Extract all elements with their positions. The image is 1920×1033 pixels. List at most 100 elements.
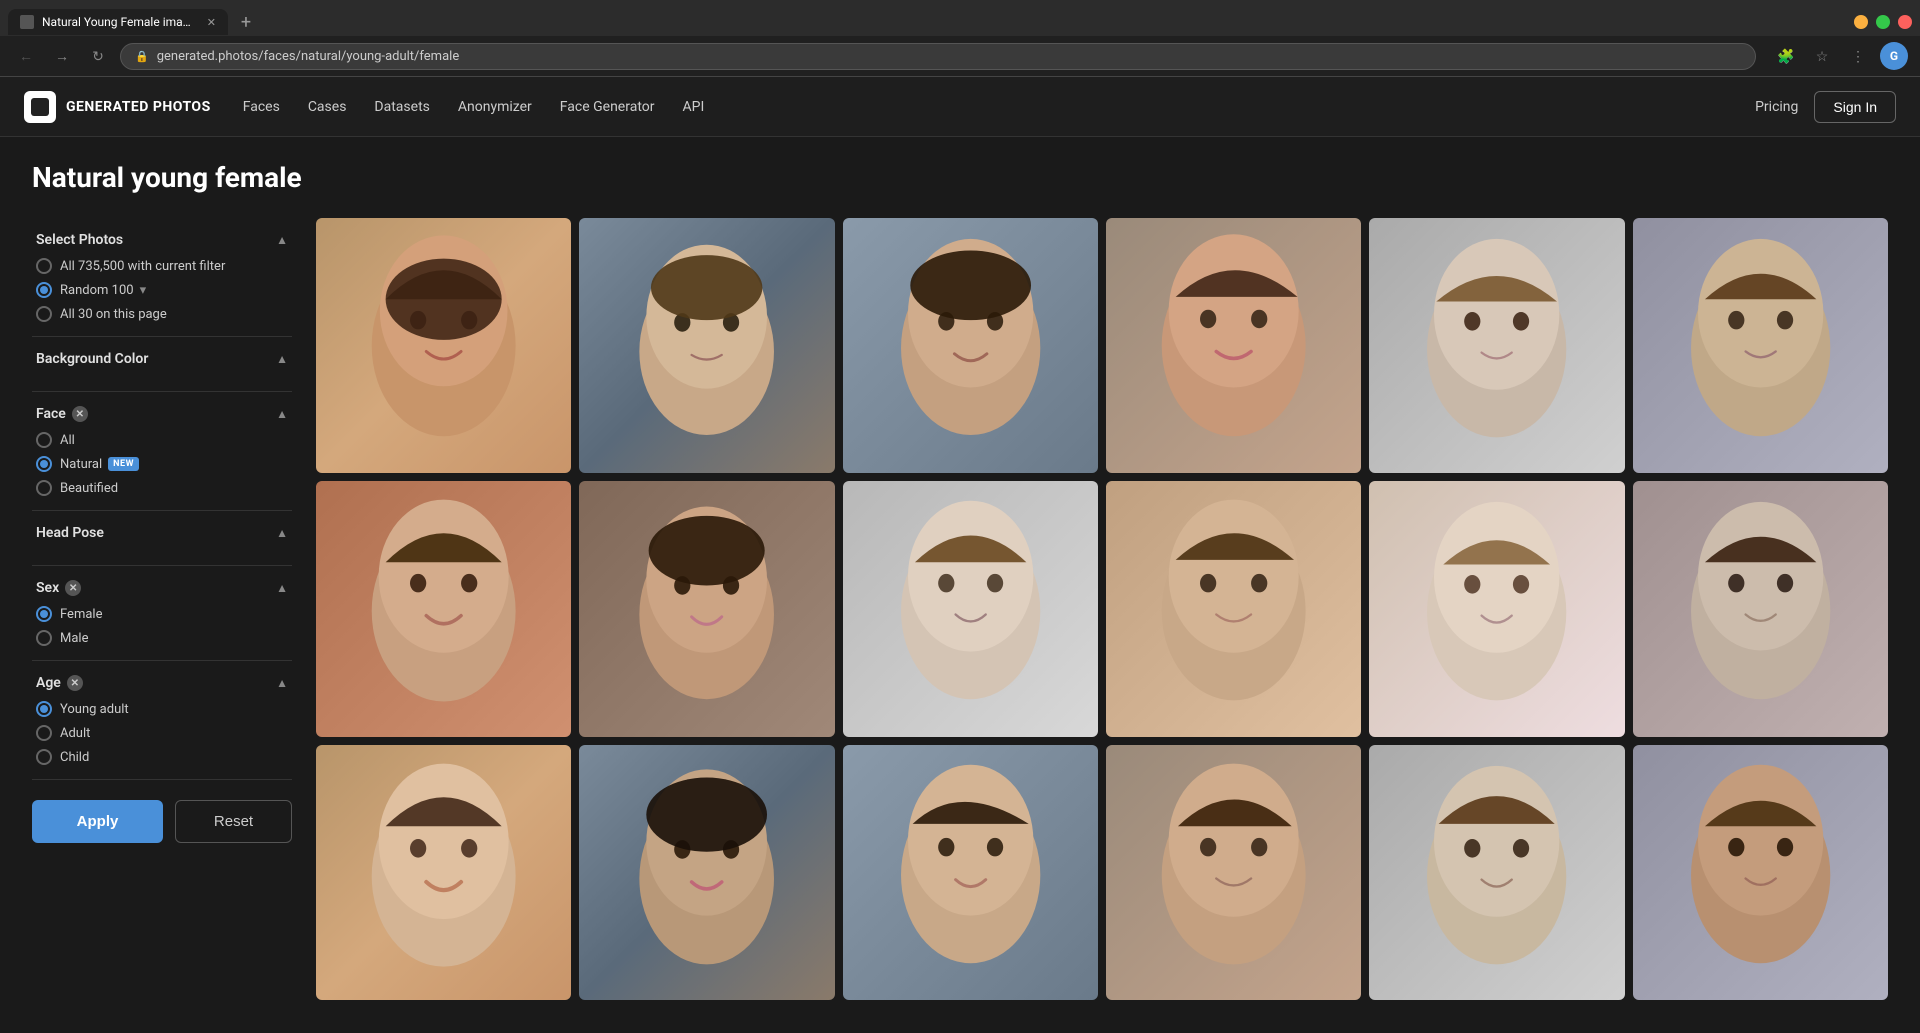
browser-chrome: Natural Young Female images | ✕ + ← → ↻ … — [0, 0, 1920, 77]
sex-clear-badge[interactable]: ✕ — [65, 580, 81, 596]
photo-cell-11[interactable] — [1369, 481, 1624, 736]
sex-female-option[interactable]: Female — [36, 606, 288, 622]
photo-cell-5[interactable] — [1369, 218, 1624, 473]
sex-male-option[interactable]: Male — [36, 630, 288, 646]
face-natural-radio[interactable] — [36, 456, 52, 472]
sex-male-radio[interactable] — [36, 630, 52, 646]
photo-cell-4[interactable] — [1106, 218, 1361, 473]
photo-cell-16[interactable] — [1106, 745, 1361, 1000]
age-clear-badge[interactable]: ✕ — [67, 675, 83, 691]
select-all-option[interactable]: All 735,500 with current filter — [36, 258, 288, 274]
photo-grid-container — [316, 218, 1888, 1000]
age-adult-option[interactable]: Adult — [36, 725, 288, 741]
head-pose-collapse-icon: ▲ — [276, 526, 288, 540]
tab-bar: Natural Young Female images | ✕ + — [0, 0, 1920, 36]
face-all-option[interactable]: All — [36, 432, 288, 448]
nav-faces[interactable]: Faces — [243, 99, 280, 115]
action-buttons: Apply Reset — [32, 800, 292, 843]
nav-face-generator[interactable]: Face Generator — [560, 99, 655, 115]
face-natural-option[interactable]: Natural NEW — [36, 456, 288, 472]
photo-cell-9[interactable] — [843, 481, 1098, 736]
photo-cell-18[interactable] — [1633, 745, 1888, 1000]
age-adult-label: Adult — [60, 726, 90, 741]
select-photos-options: All 735,500 with current filter Random 1… — [32, 258, 292, 322]
window-controls — [1854, 15, 1912, 29]
maximize-button[interactable] — [1876, 15, 1890, 29]
forward-button[interactable]: → — [48, 42, 76, 70]
photo-cell-6[interactable] — [1633, 218, 1888, 473]
photo-cell-14[interactable] — [579, 745, 834, 1000]
face-options: All Natural NEW Beautified — [32, 432, 292, 496]
photo-cell-10[interactable] — [1106, 481, 1361, 736]
face-title: Face ✕ — [36, 406, 88, 422]
face-header[interactable]: Face ✕ ▲ — [32, 406, 292, 422]
signin-button[interactable]: Sign In — [1814, 91, 1896, 123]
face-beautified-option[interactable]: Beautified — [36, 480, 288, 496]
head-pose-title: Head Pose — [36, 525, 104, 541]
age-collapse-icon: ▲ — [276, 676, 288, 690]
photo-cell-3[interactable] — [843, 218, 1098, 473]
main-container: Natural young female Select Photos ▲ All… — [0, 137, 1920, 1024]
nav-cases[interactable]: Cases — [308, 99, 347, 115]
profile-avatar[interactable]: G — [1880, 42, 1908, 70]
nav-links: Faces Cases Datasets Anonymizer Face Gen… — [243, 99, 1755, 115]
face-clear-badge[interactable]: ✕ — [72, 406, 88, 422]
select-page-option[interactable]: All 30 on this page — [36, 306, 288, 322]
select-page-label: All 30 on this page — [60, 307, 167, 322]
photo-cell-13[interactable] — [316, 745, 571, 1000]
age-child-option[interactable]: Child — [36, 749, 288, 765]
photo-cell-15[interactable] — [843, 745, 1098, 1000]
photo-cell-8[interactable] — [579, 481, 834, 736]
age-options: Young adult Adult Child — [32, 701, 292, 765]
select-all-radio[interactable] — [36, 258, 52, 274]
app-nav: GENERATED PHOTOS Faces Cases Datasets An… — [0, 77, 1920, 137]
age-child-radio[interactable] — [36, 749, 52, 765]
photo-cell-7[interactable] — [316, 481, 571, 736]
sex-male-label: Male — [60, 631, 88, 646]
select-random-radio[interactable] — [36, 282, 52, 298]
menu-button[interactable]: ⋮ — [1844, 42, 1872, 70]
active-tab[interactable]: Natural Young Female images | ✕ — [8, 9, 228, 35]
sex-female-radio[interactable] — [36, 606, 52, 622]
select-photos-header[interactable]: Select Photos ▲ — [32, 232, 292, 248]
face-all-radio[interactable] — [36, 432, 52, 448]
age-header[interactable]: Age ✕ ▲ — [32, 675, 292, 691]
refresh-button[interactable]: ↻ — [84, 42, 112, 70]
tab-close-button[interactable]: ✕ — [207, 16, 216, 29]
select-page-radio[interactable] — [36, 306, 52, 322]
minimize-button[interactable] — [1854, 15, 1868, 29]
bookmark-button[interactable]: ☆ — [1808, 42, 1836, 70]
apply-button[interactable]: Apply — [32, 800, 163, 843]
head-pose-header[interactable]: Head Pose ▲ — [32, 525, 292, 541]
photo-cell-17[interactable] — [1369, 745, 1624, 1000]
address-bar[interactable]: 🔒 generated.photos/faces/natural/young-a… — [120, 43, 1756, 70]
nav-datasets[interactable]: Datasets — [374, 99, 429, 115]
select-random-option[interactable]: Random 100 ▾ — [36, 282, 288, 298]
face-collapse-icon: ▲ — [276, 407, 288, 421]
pricing-link[interactable]: Pricing — [1755, 99, 1798, 115]
nav-anonymizer[interactable]: Anonymizer — [458, 99, 532, 115]
sidebar: Select Photos ▲ All 735,500 with current… — [32, 218, 292, 1000]
back-button[interactable]: ← — [12, 42, 40, 70]
photo-cell-2[interactable] — [579, 218, 834, 473]
nav-api[interactable]: API — [682, 99, 704, 115]
photo-cell-1[interactable] — [316, 218, 571, 473]
brand-logo — [24, 91, 56, 123]
age-young-adult-radio[interactable] — [36, 701, 52, 717]
sex-options: Female Male — [32, 606, 292, 646]
age-adult-radio[interactable] — [36, 725, 52, 741]
nav-right: Pricing Sign In — [1755, 91, 1896, 123]
close-button[interactable] — [1898, 15, 1912, 29]
background-color-header[interactable]: Background Color ▲ — [32, 351, 292, 367]
sex-title: Sex ✕ — [36, 580, 81, 596]
new-tab-button[interactable]: + — [232, 8, 260, 36]
face-section: Face ✕ ▲ All Natural NEW — [32, 392, 292, 511]
photo-cell-12[interactable] — [1633, 481, 1888, 736]
face-beautified-radio[interactable] — [36, 480, 52, 496]
age-young-adult-option[interactable]: Young adult — [36, 701, 288, 717]
extensions-button[interactable]: 🧩 — [1772, 42, 1800, 70]
age-child-label: Child — [60, 750, 89, 765]
reset-button[interactable]: Reset — [175, 800, 292, 843]
select-random-label: Random 100 ▾ — [60, 283, 146, 298]
sex-header[interactable]: Sex ✕ ▲ — [32, 580, 292, 596]
